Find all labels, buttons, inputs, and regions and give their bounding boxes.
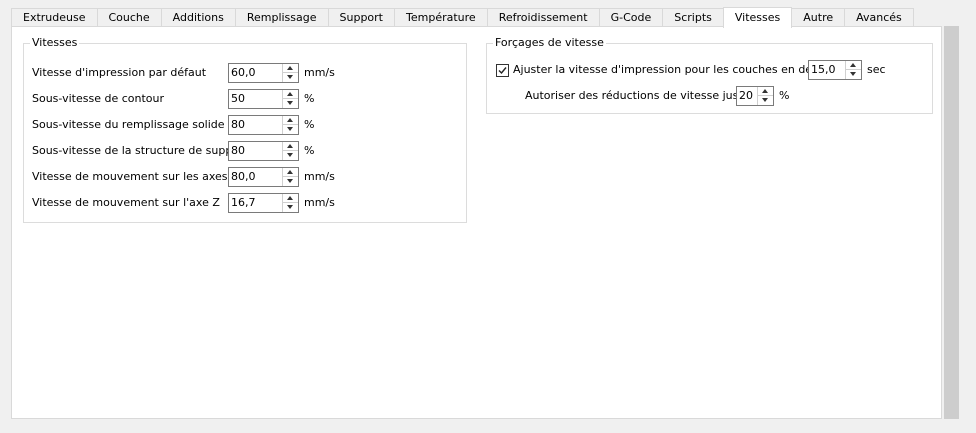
- xy-travel-speed-unit: mm/s: [304, 170, 335, 183]
- support-speed-label: Sous-vitesse de la structure de support: [32, 144, 248, 157]
- adjust-speed-spinbox[interactable]: 15,0: [808, 60, 862, 80]
- adjust-speed-unit: sec: [867, 63, 886, 76]
- tab-panel-vitesses: Vitesses Vitesse d'impression par défaut…: [11, 26, 942, 419]
- solid-infill-speed-label: Sous-vitesse du remplissage solide: [32, 118, 225, 131]
- tab-remplissage[interactable]: Remplissage: [234, 8, 329, 27]
- tab-extrudeuse[interactable]: Extrudeuse: [11, 8, 98, 27]
- xy-travel-speed-spinbox[interactable]: 80,0: [228, 167, 299, 187]
- speed-reduction-label: Autoriser des réductions de vitesse jusq…: [525, 89, 763, 102]
- speed-reduction-unit: %: [779, 89, 790, 102]
- scrollbar-thumb[interactable]: [944, 26, 959, 419]
- spin-up-icon[interactable]: [283, 142, 298, 151]
- xy-travel-speed-label: Vitesse de mouvement sur les axes X/Y: [32, 170, 249, 183]
- solid-infill-speed-value: 80: [231, 118, 245, 131]
- vertical-scrollbar[interactable]: [943, 26, 960, 419]
- vitesses-group-title: Vitesses: [30, 36, 80, 50]
- tab-autre[interactable]: Autre: [791, 8, 846, 27]
- contour-speed-label: Sous-vitesse de contour: [32, 92, 164, 105]
- spin-up-icon[interactable]: [283, 116, 298, 125]
- tab-couche[interactable]: Couche: [96, 8, 162, 27]
- speed-reduction-spinbox[interactable]: 20: [736, 86, 774, 106]
- default-speed-spinbox[interactable]: 60,0: [228, 63, 299, 83]
- forcages-group-title: Forçages de vitesse: [493, 36, 606, 50]
- spin-up-icon[interactable]: [758, 87, 773, 96]
- tab-additions[interactable]: Additions: [160, 8, 236, 27]
- tab-gcode[interactable]: G-Code: [598, 8, 664, 27]
- solid-infill-speed-spinbox[interactable]: 80: [228, 115, 299, 135]
- tab-support[interactable]: Support: [327, 8, 395, 27]
- tab-temperature[interactable]: Température: [394, 8, 488, 27]
- spin-down-icon[interactable]: [283, 73, 298, 82]
- support-speed-spinbox[interactable]: 80: [228, 141, 299, 161]
- tab-avances[interactable]: Avancés: [844, 8, 914, 27]
- z-travel-speed-spinbox[interactable]: 16,7: [228, 193, 299, 213]
- z-travel-speed-label: Vitesse de mouvement sur l'axe Z: [32, 196, 220, 209]
- z-travel-speed-unit: mm/s: [304, 196, 335, 209]
- spin-up-icon[interactable]: [283, 90, 298, 99]
- speed-reduction-value: 20: [739, 89, 753, 102]
- adjust-speed-checkbox[interactable]: [496, 64, 509, 77]
- spin-down-icon[interactable]: [283, 203, 298, 212]
- spin-down-icon[interactable]: [283, 99, 298, 108]
- tab-vitesses[interactable]: Vitesses: [722, 7, 793, 28]
- tab-bar: Extrudeuse Couche Additions Remplissage …: [11, 7, 914, 28]
- check-icon: [498, 67, 507, 75]
- contour-speed-value: 50: [231, 92, 245, 105]
- support-speed-value: 80: [231, 144, 245, 157]
- support-speed-unit: %: [304, 144, 315, 157]
- spin-up-icon[interactable]: [846, 61, 861, 70]
- z-travel-speed-value: 16,7: [231, 196, 256, 209]
- window-corner: [960, 419, 976, 433]
- contour-speed-unit: %: [304, 92, 315, 105]
- spin-down-icon[interactable]: [758, 96, 773, 105]
- spin-up-icon[interactable]: [283, 168, 298, 177]
- tab-scripts[interactable]: Scripts: [662, 8, 724, 27]
- solid-infill-speed-unit: %: [304, 118, 315, 131]
- default-speed-label: Vitesse d'impression par défaut: [32, 66, 207, 79]
- spin-up-icon[interactable]: [283, 64, 298, 73]
- tab-refroidissement[interactable]: Refroidissement: [486, 8, 600, 27]
- spin-down-icon[interactable]: [283, 151, 298, 160]
- adjust-speed-value: 15,0: [811, 63, 836, 76]
- adjust-speed-label: Ajuster la vitesse d'impression pour les…: [513, 63, 843, 76]
- spin-up-icon[interactable]: [283, 194, 298, 203]
- default-speed-unit: mm/s: [304, 66, 335, 79]
- spin-down-icon[interactable]: [283, 125, 298, 134]
- xy-travel-speed-value: 80,0: [231, 170, 256, 183]
- spin-down-icon[interactable]: [846, 70, 861, 79]
- contour-speed-spinbox[interactable]: 50: [228, 89, 299, 109]
- default-speed-value: 60,0: [231, 66, 256, 79]
- spin-down-icon[interactable]: [283, 177, 298, 186]
